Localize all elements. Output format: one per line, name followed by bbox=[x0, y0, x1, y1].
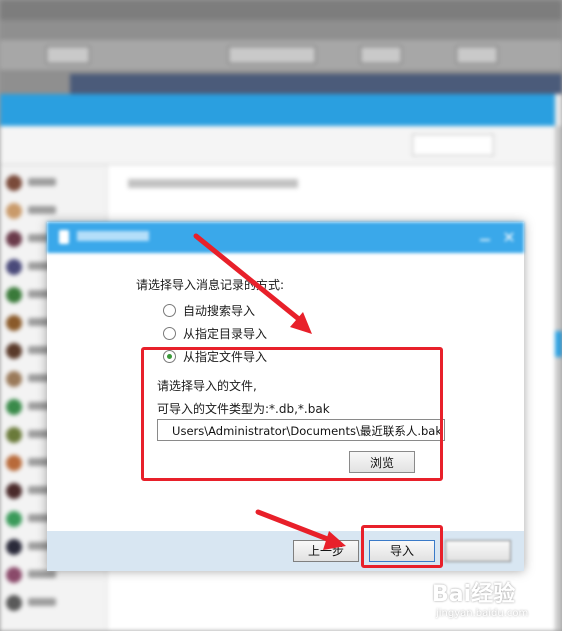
background-contact bbox=[6, 593, 102, 613]
background-text bbox=[128, 179, 298, 188]
baidu-jingyan-watermark: Bai经验 jingyan.baidu.com bbox=[432, 576, 560, 628]
radio-auto-search[interactable]: 自动搜索导入 bbox=[163, 302, 383, 320]
background-menubar bbox=[0, 0, 562, 20]
background-search bbox=[412, 134, 494, 156]
dialog-app-icon bbox=[59, 230, 69, 244]
radio-label: 自动搜索导入 bbox=[183, 304, 256, 318]
background-field bbox=[456, 46, 498, 64]
radio-label: 从指定目录导入 bbox=[183, 327, 268, 341]
background-field bbox=[360, 46, 402, 64]
background-field bbox=[228, 46, 316, 64]
dialog-title bbox=[77, 231, 149, 241]
background-field bbox=[46, 46, 90, 64]
import-method-prompt: 请选择导入消息记录的方式: bbox=[136, 278, 285, 292]
background-tab-strip bbox=[70, 74, 562, 94]
radio-button[interactable] bbox=[163, 304, 176, 317]
minimize-icon[interactable] bbox=[479, 231, 491, 243]
watermark-logo: Bai经验 bbox=[432, 582, 516, 607]
watermark-url: jingyan.baidu.com bbox=[436, 608, 529, 619]
background-contact bbox=[6, 173, 102, 193]
background-scrollbar bbox=[555, 126, 562, 631]
close-icon[interactable] bbox=[503, 231, 515, 243]
background-contact bbox=[6, 201, 102, 221]
background-titlebar bbox=[0, 94, 555, 126]
dialog-titlebar bbox=[47, 222, 524, 253]
radio-from-directory[interactable]: 从指定目录导入 bbox=[163, 325, 383, 343]
background-tabs bbox=[0, 126, 555, 165]
import-button-highlight bbox=[361, 525, 443, 568]
previous-step-button[interactable]: 上一步 bbox=[293, 540, 359, 562]
radio-button[interactable] bbox=[163, 327, 176, 340]
file-section-highlight bbox=[141, 347, 443, 481]
cancel-button[interactable] bbox=[445, 540, 511, 562]
